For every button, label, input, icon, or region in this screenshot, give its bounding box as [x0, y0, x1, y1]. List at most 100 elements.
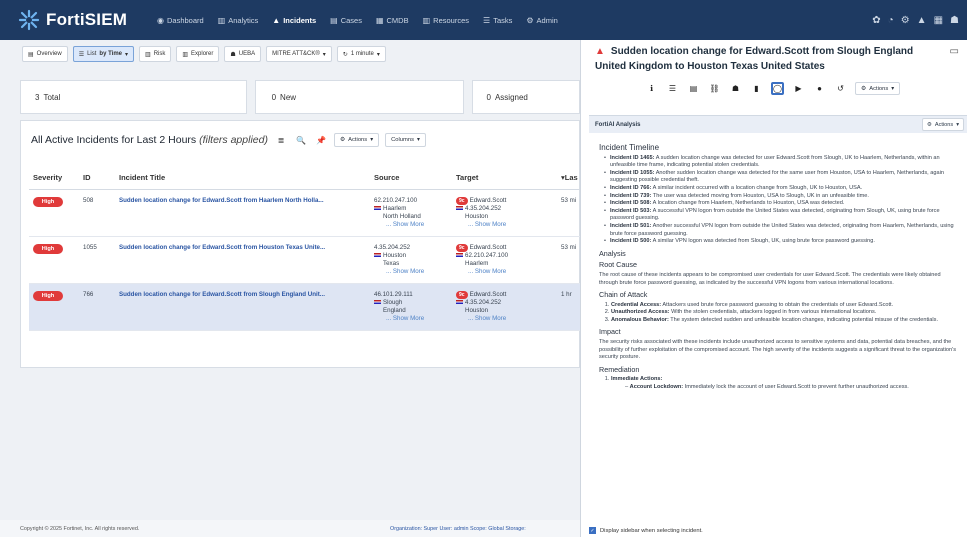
timeline-id: Incident ID 1055: [610, 169, 655, 176]
nav-tasks[interactable]: ☰ Tasks [476, 0, 519, 40]
grid-icon[interactable]: ▦ [934, 15, 943, 26]
palette-icon[interactable]: ✿ [872, 15, 880, 26]
source-region: North Holland [383, 212, 421, 220]
timeline-id: Incident ID 739: [610, 192, 652, 199]
table-row-selected[interactable]: High 766 Sudden location change for Edwa… [29, 283, 581, 331]
nav-analytics[interactable]: ▥ Analytics [211, 0, 266, 40]
fortiai-actions-button[interactable]: ⚙ Actions ▾ [921, 118, 964, 131]
incident-title-link[interactable]: Sudden location change for Edward.Scott … [119, 244, 325, 251]
target-user: Edward.Scott [469, 290, 507, 298]
timeline-id: Incident ID 503: [610, 207, 652, 214]
comment-icon[interactable]: ● [813, 82, 826, 95]
list-item: Incident ID 739: The user was detected m… [604, 192, 961, 201]
footer: Copyright © 2025 Fortinet, Inc. All righ… [0, 520, 580, 537]
target-city: Houston [465, 212, 489, 220]
play-icon[interactable]: ▶ [792, 82, 805, 95]
col-id[interactable]: ID [79, 167, 115, 190]
nav-cmdb[interactable]: ▦ CMDB [369, 0, 416, 40]
source-city: Slough [383, 298, 403, 306]
risk-button[interactable]: ▥ Risk [139, 46, 172, 62]
table-row[interactable]: High 1055 Sudden location change for Edw… [29, 236, 581, 284]
minimize-icon[interactable]: ▭ [950, 46, 959, 57]
settings-icon[interactable]: ⚙ [901, 15, 910, 26]
info-icon[interactable]: ℹ [645, 82, 658, 95]
overview-button[interactable]: ▤ Overview [22, 46, 68, 62]
flag-icon [456, 205, 463, 210]
show-more-link[interactable]: ... Show More [456, 268, 553, 276]
show-more-link[interactable]: ... Show More [374, 315, 448, 323]
search-icon[interactable]: 🔍 [294, 133, 308, 147]
org-info[interactable]: Organization: Super User: admin Scope: G… [390, 526, 526, 532]
list-by-time-button[interactable]: ☰ List by Time ▾ [72, 46, 135, 62]
table-row[interactable]: High 508 Sudden location change for Edwa… [29, 189, 581, 237]
filter-list-icon[interactable]: ≣ [274, 133, 288, 147]
nav-label: Dashboard [166, 15, 204, 25]
root-cause-text: The root cause of these incidents appear… [599, 271, 941, 286]
list-icon[interactable]: ☰ [666, 82, 679, 95]
view-toolbar: ▤ Overview ☰ List by Time ▾ ▥ Risk ▥ Explorer … [22, 46, 386, 62]
nav-admin[interactable]: ⚙ Admin [519, 0, 564, 40]
display-sidebar-label: Display sidebar when selecting incident. [600, 527, 703, 534]
user-icon[interactable]: ☗ [729, 82, 742, 95]
nav-label: Resources [433, 15, 470, 25]
show-more-link[interactable]: ... Show More [456, 221, 553, 229]
user-badge: 9c [456, 243, 468, 252]
lockdown-text: Immediately lock the account of user Edw… [684, 384, 909, 391]
incident-title-link[interactable]: Sudden location change for Edward.Scott … [119, 197, 324, 204]
col-source[interactable]: Source [370, 167, 452, 190]
stat-total[interactable]: 3 Total [20, 80, 247, 114]
cmdb-icon: ▦ [375, 15, 384, 25]
col-last[interactable]: ▾Las [557, 167, 581, 190]
mitre-dropdown[interactable]: MITRE ATT&CK® ▾ [266, 46, 332, 62]
brand[interactable]: FortiSIEM [0, 9, 150, 31]
show-more-link[interactable]: ... Show More [374, 221, 448, 229]
col-title[interactable]: Incident Title [115, 167, 370, 190]
stat-assigned[interactable]: 0 Assigned [471, 80, 580, 114]
show-more-link[interactable]: ... Show More [456, 315, 553, 323]
pin-icon[interactable]: 📌 [314, 133, 328, 147]
nav-resources[interactable]: ▥ Resources [416, 0, 476, 40]
timeline-id: Incident ID 508: [610, 200, 652, 207]
notes-icon[interactable]: ▤ [687, 82, 700, 95]
source-cell: 46.101.29.111 Slough England ... Show Mo… [370, 283, 452, 331]
target-ip: 4.35.204.252 [465, 298, 502, 306]
panel-actions-button[interactable]: ⚙ Actions ▾ [333, 133, 380, 147]
document-icon[interactable]: ▮ [750, 82, 763, 95]
mitre-label: MITRE ATT&CK® [272, 51, 320, 57]
link-icon[interactable]: ⛓ [708, 82, 721, 95]
nav-cases[interactable]: ▤ Cases [323, 0, 369, 40]
severity-badge: High [33, 243, 63, 254]
top-right-icons: ✿ ◔ ⚙ ▲ ▦ ☗ [872, 0, 959, 40]
columns-button[interactable]: Columns ▾ [385, 133, 426, 147]
caret-down-icon: ▾ [956, 121, 959, 128]
gear-icon: ⚙ [339, 137, 346, 143]
lockdown-item: – Account Lockdown: Immediately lock the… [625, 384, 909, 391]
interval-label: 1 minute [350, 51, 374, 57]
stat-new[interactable]: 0 New [254, 80, 464, 114]
col-target[interactable]: Target [452, 167, 557, 190]
incident-title-link[interactable]: Sudden location change for Edward.Scott … [119, 291, 325, 298]
sidebar-actions-button[interactable]: ⚙ Actions ▾ [855, 82, 901, 95]
help-icon[interactable]: ◔ [888, 15, 894, 26]
col-severity[interactable]: Severity [29, 167, 79, 190]
nav-label: Analytics [228, 15, 259, 25]
ueba-button[interactable]: ☗ UEBA [224, 46, 262, 62]
show-more-link[interactable]: ... Show More [374, 268, 448, 276]
history-icon[interactable]: ↺ [834, 82, 847, 95]
explorer-button[interactable]: ▥ Explorer [176, 46, 220, 62]
user-icon[interactable]: ☗ [950, 15, 959, 26]
nav-incidents[interactable]: ▲ Incidents [265, 0, 323, 40]
target-city: Houston [465, 306, 489, 314]
admin-gear-icon: ⚙ [526, 15, 534, 25]
alert-icon[interactable]: ▲ [917, 15, 927, 26]
incident-id: 508 [79, 189, 115, 237]
ueba-label: UEBA [238, 51, 256, 57]
nav-dashboard[interactable]: ◉ Dashboard [150, 0, 211, 40]
display-sidebar-option[interactable]: ✓ Display sidebar when selecting inciden… [589, 527, 703, 534]
source-ip: 62.210.247.100 [374, 196, 418, 204]
incidents-table: Severity ID Incident Title Source Target… [29, 167, 581, 331]
target-ip: 4.35.204.252 [465, 204, 502, 212]
checkbox-checked-icon[interactable]: ✓ [589, 527, 596, 534]
refresh-interval-dropdown[interactable]: ↻ 1 minute ▾ [336, 46, 386, 62]
ai-analysis-icon[interactable]: ◯ [771, 82, 784, 95]
